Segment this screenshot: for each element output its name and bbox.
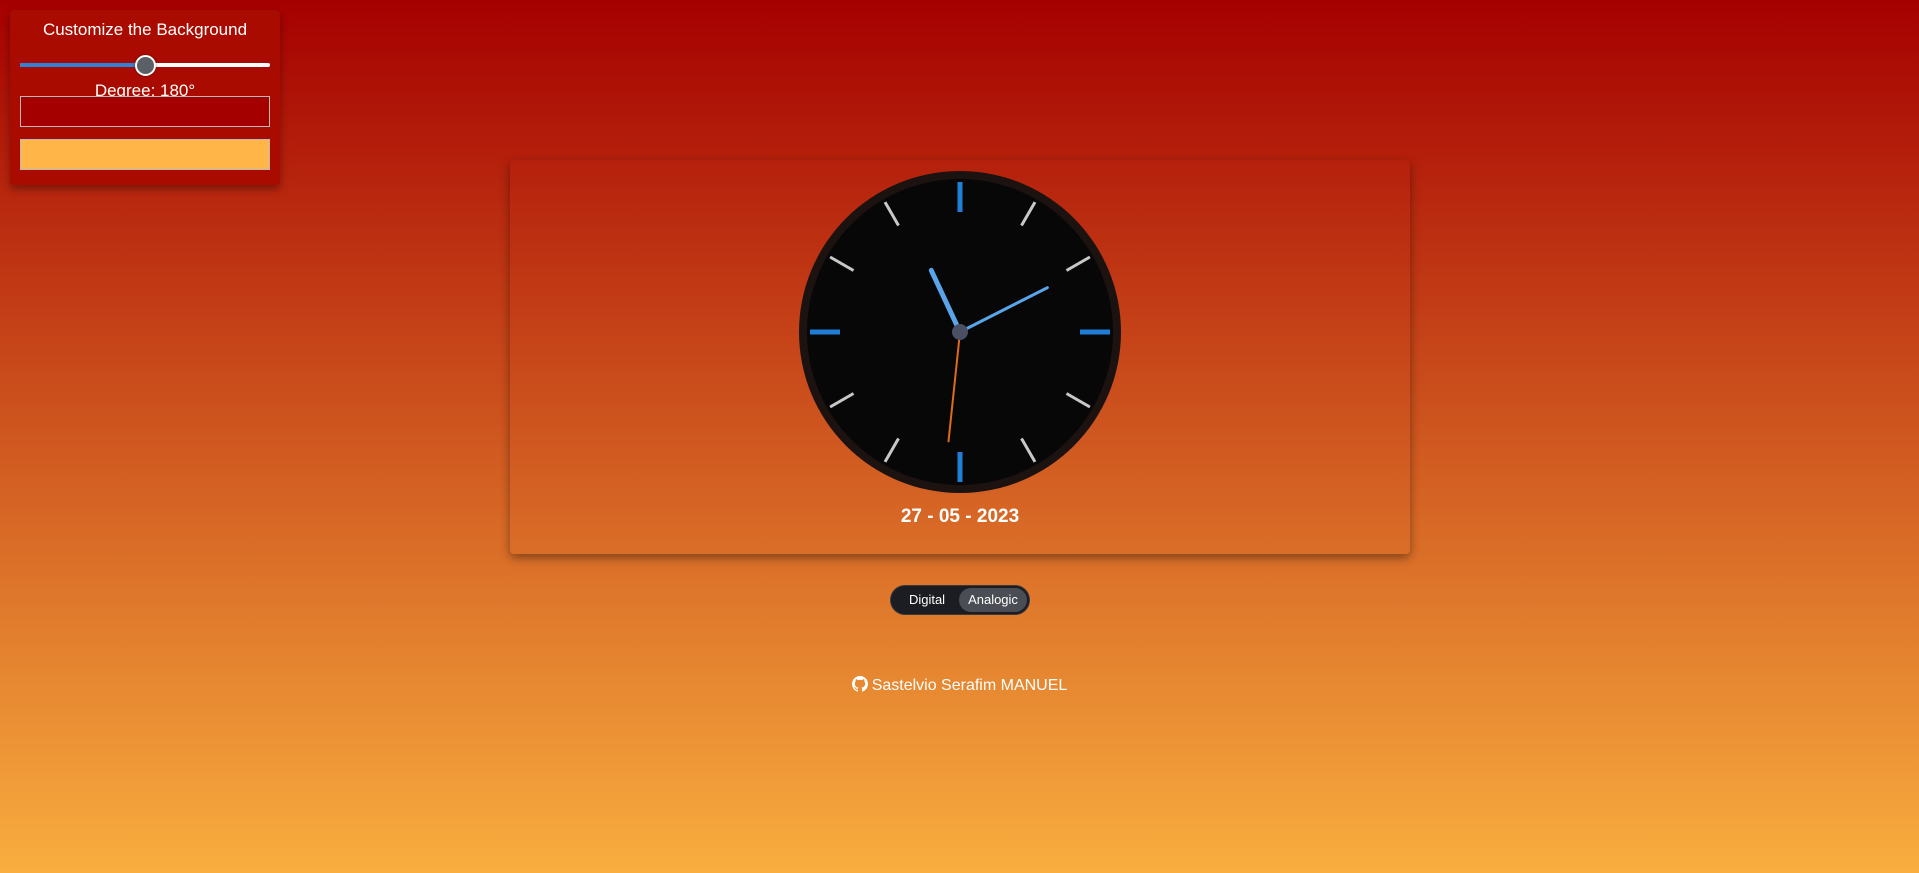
author-name: Sastelvio Serafim MANUEL: [871, 677, 1068, 694]
footer: Sastelvio Serafim MANUEL: [0, 676, 1919, 697]
color-picker-start[interactable]: [20, 96, 270, 127]
clock-card: 27 - 05 - 2023: [510, 160, 1410, 554]
panel-title: Customize the Background: [42, 20, 248, 39]
color-picker-end[interactable]: [20, 139, 270, 170]
degree-slider[interactable]: [20, 54, 270, 76]
clock-face: [799, 171, 1121, 493]
date-display: 27 - 05 - 2023: [900, 506, 1020, 527]
author-link[interactable]: Sastelvio Serafim MANUEL: [851, 676, 1068, 697]
github-icon: [851, 676, 868, 697]
analog-clock: [798, 170, 1122, 494]
slider-fill: [20, 63, 145, 67]
analogic-toggle-button[interactable]: Analogic: [959, 588, 1027, 612]
slider-thumb[interactable]: [135, 55, 156, 76]
clock-center-pin: [952, 324, 968, 340]
clock-mode-toggle: Digital Analogic: [890, 585, 1030, 615]
customize-panel: Customize the Background Degree: 180°: [10, 10, 280, 185]
digital-toggle-button[interactable]: Digital: [895, 588, 959, 612]
